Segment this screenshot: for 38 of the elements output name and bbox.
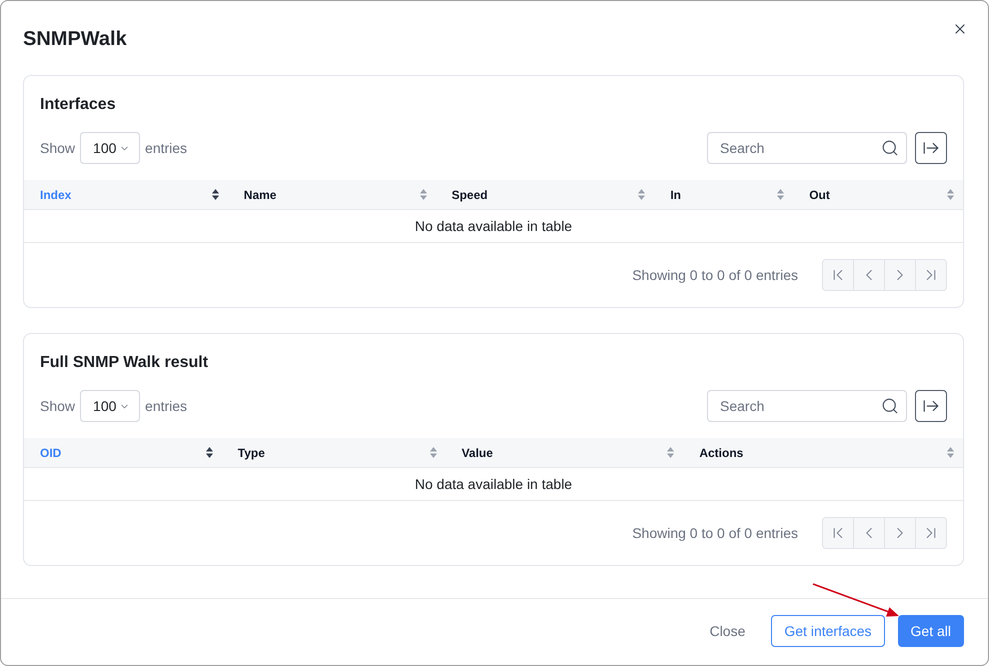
dialog-title: SNMPWalk	[23, 27, 127, 52]
sort-icon	[667, 447, 674, 458]
get-all-button[interactable]: Get all	[898, 615, 964, 647]
export-button[interactable]	[915, 132, 947, 164]
empty-table-message: No data available in table	[414, 476, 572, 492]
search-field[interactable]: Search	[707, 132, 907, 164]
entries-select[interactable]: 100	[80, 390, 140, 422]
sort-icon	[947, 447, 954, 458]
column-header[interactable]: Name	[228, 180, 436, 209]
export-button[interactable]	[915, 390, 947, 422]
card-title: Full SNMP Walk result	[40, 353, 208, 373]
column-header[interactable]: Type	[222, 438, 446, 467]
entries-label: entries	[145, 398, 188, 414]
column-header[interactable]: Out	[793, 180, 964, 209]
sort-icon	[430, 447, 437, 458]
sort-icon	[947, 189, 954, 200]
sort-icon	[638, 189, 646, 200]
column-header[interactable]: Actions	[683, 438, 964, 467]
entries-label: entries	[145, 140, 188, 156]
show-label: Show	[40, 398, 76, 414]
table-info-text: Showing 0 to 0 of 0 entries	[632, 525, 798, 541]
card-title: Interfaces	[40, 95, 116, 115]
sort-icon	[206, 447, 213, 458]
search-icon	[881, 139, 899, 157]
table-info-text: Showing 0 to 0 of 0 entries	[632, 267, 798, 283]
column-header[interactable]: Value	[446, 438, 684, 467]
entries-select[interactable]: 100	[80, 132, 140, 164]
sort-icon	[212, 189, 219, 200]
sort-icon	[420, 189, 427, 200]
get-interfaces-button[interactable]: Get interfaces	[771, 615, 885, 647]
column-header[interactable]: Speed	[436, 180, 654, 209]
search-icon	[881, 397, 899, 415]
sort-icon	[777, 189, 784, 200]
empty-table-message: No data available in table	[414, 218, 572, 234]
column-header[interactable]: In	[654, 180, 794, 209]
close-button[interactable]: Close	[696, 615, 758, 647]
search-field[interactable]: Search	[707, 390, 907, 422]
show-label: Show	[40, 140, 76, 156]
